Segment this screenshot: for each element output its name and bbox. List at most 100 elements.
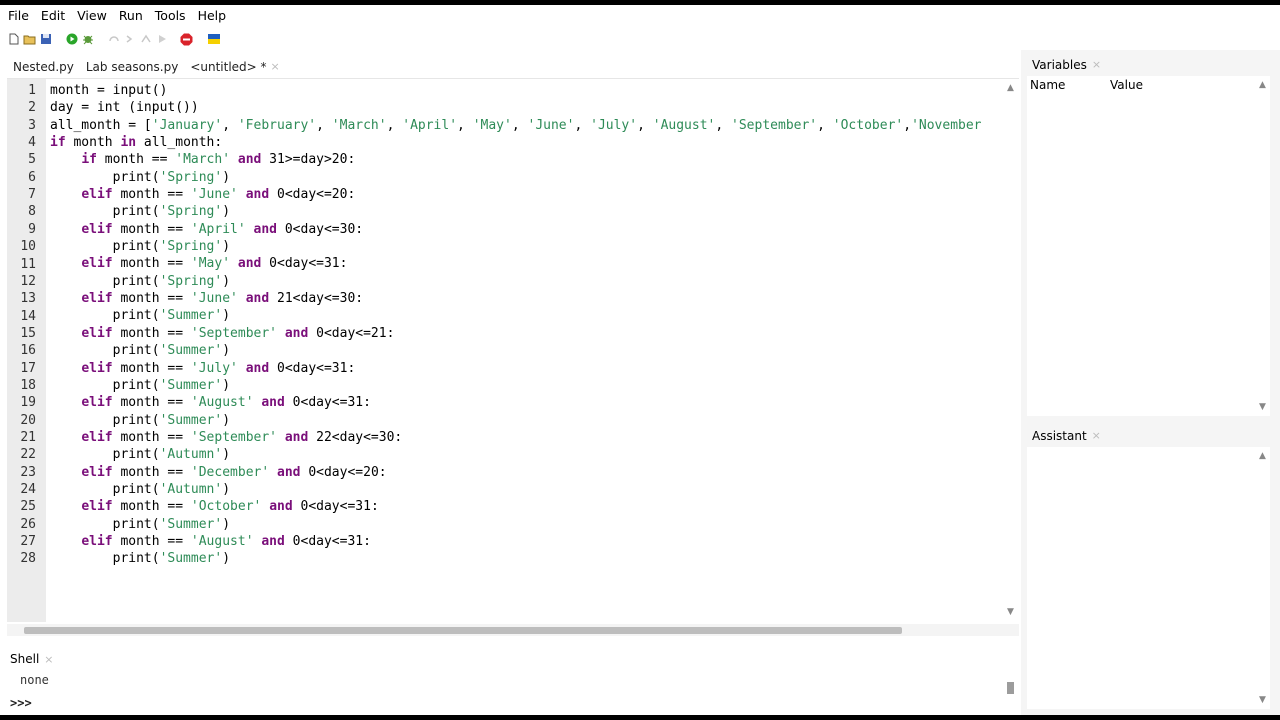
menu-bar: File Edit View Run Tools Help bbox=[0, 5, 1280, 27]
line-number: 14 bbox=[20, 308, 36, 324]
menu-edit[interactable]: Edit bbox=[35, 5, 71, 27]
code-token: print( bbox=[50, 343, 160, 359]
code-line[interactable]: elif month == 'September' and 22<day<=30… bbox=[50, 429, 1000, 446]
code-line[interactable]: elif month == 'October' and 0<day<=31: bbox=[50, 498, 1000, 515]
code-line[interactable]: print('Summer') bbox=[50, 550, 1000, 567]
line-number: 20 bbox=[20, 412, 36, 428]
code-line[interactable]: month = input() bbox=[50, 82, 1000, 99]
code-line[interactable]: print('Autumn') bbox=[50, 446, 1000, 463]
step-out-icon bbox=[138, 31, 154, 47]
menu-tools[interactable]: Tools bbox=[149, 5, 192, 27]
string-token: 'September' bbox=[190, 325, 277, 341]
keyword-token: elif bbox=[81, 360, 113, 376]
code-token: ) bbox=[222, 308, 231, 324]
scrollbar-thumb[interactable] bbox=[24, 627, 902, 634]
code-line[interactable]: print('Spring') bbox=[50, 203, 1000, 220]
menu-help[interactable]: Help bbox=[192, 5, 233, 27]
column-header-name[interactable]: Name bbox=[1030, 78, 1065, 92]
line-number: 4 bbox=[28, 135, 36, 151]
code-line[interactable]: print('Spring') bbox=[50, 238, 1000, 255]
ukraine-flag-icon[interactable] bbox=[206, 31, 222, 47]
debug-icon[interactable] bbox=[80, 31, 96, 47]
open-file-icon[interactable] bbox=[22, 31, 38, 47]
tab-lab-seasons[interactable]: Lab seasons.py bbox=[80, 56, 184, 78]
code-line[interactable]: if month == 'March' and 31>=day>20: bbox=[50, 151, 1000, 168]
code-line[interactable]: print('Summer') bbox=[50, 307, 1000, 324]
keyword-token: and bbox=[237, 152, 262, 168]
menu-run[interactable]: Run bbox=[113, 5, 149, 27]
code-line[interactable]: if month in all_month: bbox=[50, 134, 1000, 151]
code-token: month == bbox=[112, 499, 191, 515]
code-line[interactable]: elif month == 'June' and 21<day<=30: bbox=[50, 290, 1000, 307]
code-token: month == bbox=[112, 429, 191, 445]
string-token: 'October' bbox=[190, 499, 262, 515]
string-token: 'Autumn' bbox=[159, 481, 223, 497]
scroll-down-icon[interactable]: ▼ bbox=[1259, 402, 1266, 412]
code-token: month == bbox=[112, 395, 191, 411]
menu-view[interactable]: View bbox=[71, 5, 113, 27]
code-line[interactable]: elif month == 'June' and 0<day<=20: bbox=[50, 186, 1000, 203]
code-token: , bbox=[637, 117, 653, 133]
run-icon[interactable] bbox=[64, 31, 80, 47]
stop-icon[interactable] bbox=[178, 31, 194, 47]
step-over-icon bbox=[106, 31, 122, 47]
code-area[interactable]: month = input() day = int (input()) all_mo… bbox=[50, 82, 1000, 622]
code-editor[interactable]: 1 2 3 4 5 6 7 8 9 10 11 12 13 14 15 16 17 18 19 20 21 22 23 24 2… bbox=[7, 78, 1019, 623]
scroll-up-icon[interactable]: ▲ bbox=[1259, 451, 1266, 461]
shell-console[interactable]: none >>> bbox=[7, 670, 1019, 712]
line-number: 5 bbox=[28, 152, 36, 168]
code-line[interactable]: elif month == 'July' and 0<day<=31: bbox=[50, 360, 1000, 377]
scroll-down-icon[interactable]: ▼ bbox=[1259, 695, 1266, 705]
tab-label: Nested.py bbox=[13, 60, 74, 74]
close-icon[interactable]: × bbox=[1092, 54, 1101, 76]
code-line[interactable]: print('Autumn') bbox=[50, 481, 1000, 498]
code-line[interactable]: elif month == 'September' and 0<day<=21: bbox=[50, 325, 1000, 342]
code-token: month = input() bbox=[50, 83, 168, 98]
code-token: 21<day<=30: bbox=[269, 291, 364, 307]
close-icon[interactable]: × bbox=[44, 653, 53, 666]
string-token: 'June' bbox=[190, 187, 238, 203]
tab-assistant[interactable]: Assistant × bbox=[1028, 425, 1105, 447]
code-line[interactable]: day = int (input()) bbox=[50, 99, 1000, 116]
code-line[interactable]: all_month = ['January', 'February', 'Mar… bbox=[50, 117, 1000, 134]
close-icon[interactable]: × bbox=[271, 56, 280, 78]
menu-file[interactable]: File bbox=[2, 5, 35, 27]
code-token: , bbox=[511, 117, 528, 133]
scroll-up-icon[interactable]: ▲ bbox=[1259, 80, 1266, 90]
string-token: 'Spring' bbox=[159, 204, 223, 220]
column-header-value[interactable]: Value bbox=[1110, 78, 1143, 92]
line-number: 18 bbox=[20, 377, 36, 393]
code-line[interactable]: print('Summer') bbox=[50, 342, 1000, 359]
code-line[interactable]: elif month == 'August' and 0<day<=31: bbox=[50, 394, 1000, 411]
tab-label: <untitled> * bbox=[190, 60, 267, 74]
code-line[interactable]: elif month == 'April' and 0<day<=30: bbox=[50, 221, 1000, 238]
close-icon[interactable]: × bbox=[1092, 425, 1101, 447]
line-number: 24 bbox=[20, 482, 36, 498]
code-line[interactable]: print('Summer') bbox=[50, 377, 1000, 394]
code-line[interactable]: elif month == 'May' and 0<day<=31: bbox=[50, 255, 1000, 272]
code-line[interactable]: print('Spring') bbox=[50, 273, 1000, 290]
tab-label: Variables bbox=[1032, 58, 1087, 72]
code-line[interactable]: print('Summer') bbox=[50, 516, 1000, 533]
line-number: 10 bbox=[20, 239, 36, 255]
keyword-token: and bbox=[261, 533, 285, 549]
tab-nested[interactable]: Nested.py bbox=[7, 56, 80, 78]
horizontal-scrollbar[interactable] bbox=[7, 624, 1019, 636]
string-token: 'May' bbox=[190, 256, 231, 272]
tab-untitled[interactable]: <untitled> * × bbox=[184, 56, 286, 78]
save-icon[interactable] bbox=[38, 31, 54, 47]
code-line[interactable]: elif month == 'August' and 0<day<=31: bbox=[50, 533, 1000, 550]
scroll-up-icon[interactable]: ▲ bbox=[1007, 83, 1014, 93]
line-number: 25 bbox=[20, 499, 36, 515]
scroll-down-icon[interactable]: ▼ bbox=[1007, 607, 1014, 617]
shell-scrollbar-thumb[interactable] bbox=[1007, 682, 1014, 694]
code-line[interactable]: print('Summer') bbox=[50, 412, 1000, 429]
code-line[interactable]: elif month == 'December' and 0<day<=20: bbox=[50, 464, 1000, 481]
keyword-token: in bbox=[120, 135, 137, 151]
code-line[interactable]: print('Spring') bbox=[50, 169, 1000, 186]
tab-shell[interactable]: Shell × bbox=[0, 652, 64, 666]
new-file-icon[interactable] bbox=[6, 31, 22, 47]
tab-variables[interactable]: Variables × bbox=[1028, 54, 1105, 76]
